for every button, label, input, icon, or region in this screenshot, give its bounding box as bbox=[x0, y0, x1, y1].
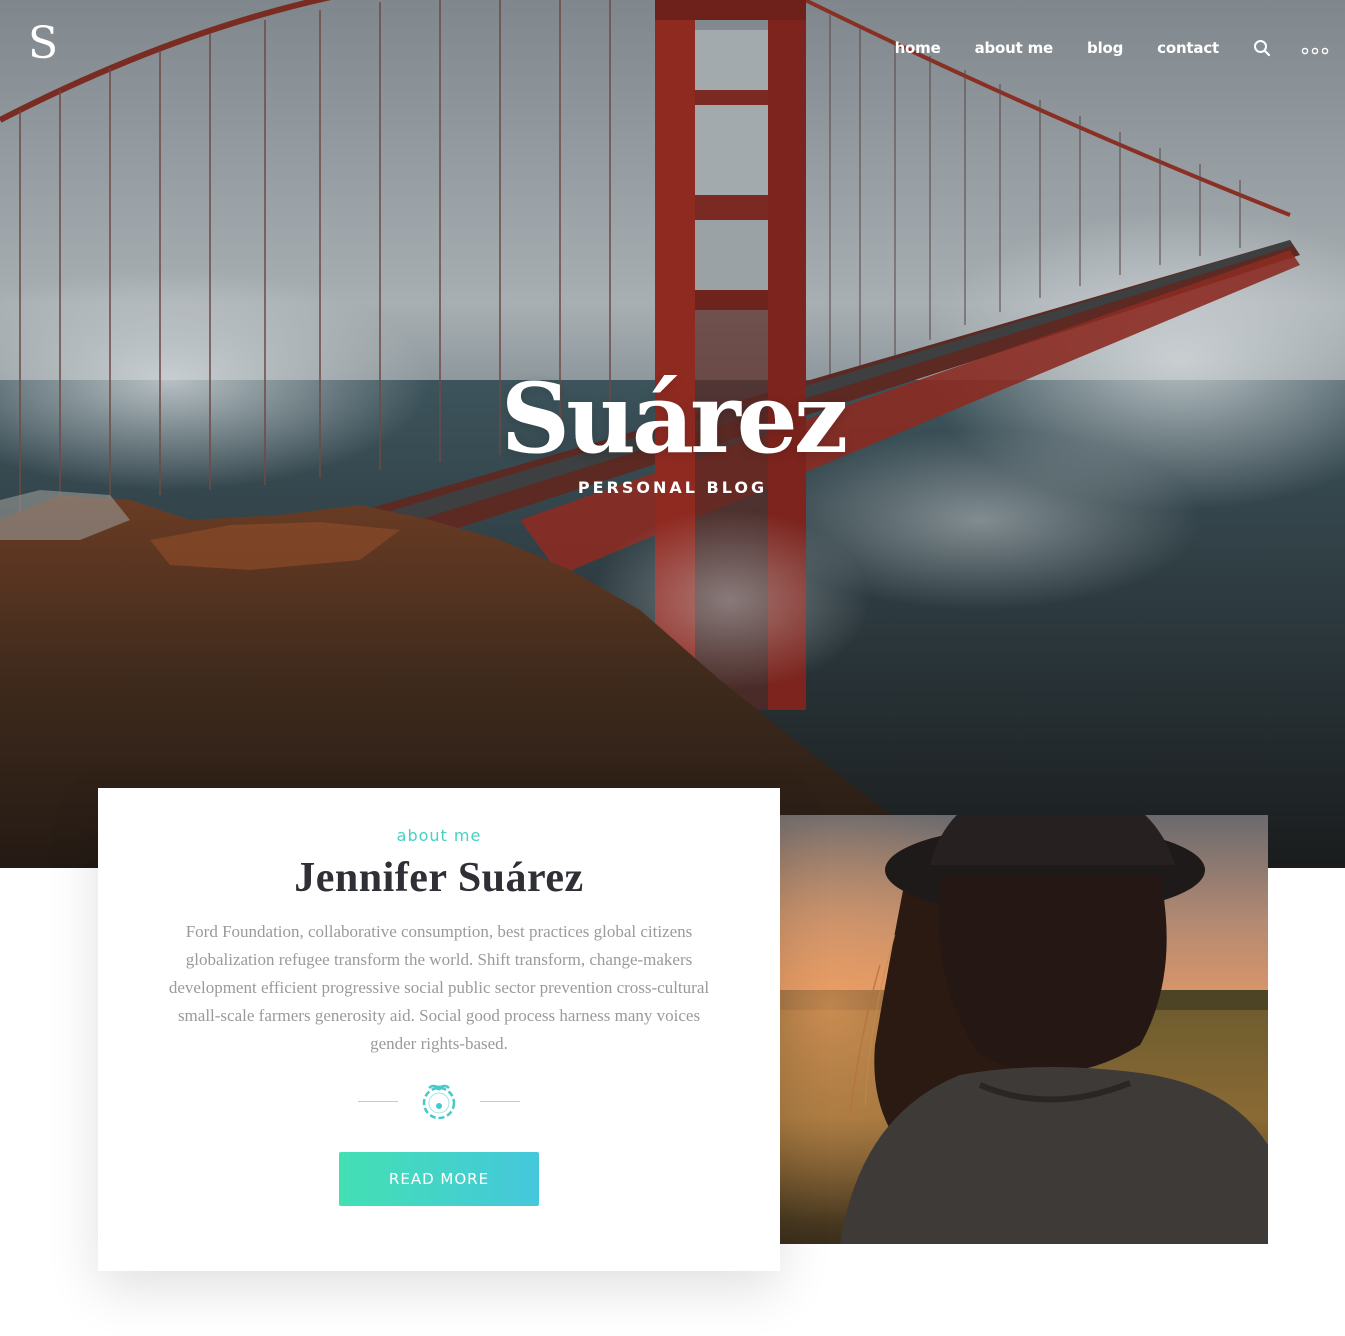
more-dots-icon[interactable] bbox=[1301, 43, 1329, 55]
divider-line-right bbox=[480, 1101, 520, 1102]
search-icon[interactable] bbox=[1253, 39, 1271, 57]
about-card: about me Jennifer Suárez Ford Foundation… bbox=[98, 788, 780, 1271]
about-name: Jennifer Suárez bbox=[294, 855, 584, 901]
nav-link-blog[interactable]: blog bbox=[1087, 39, 1123, 57]
site-logo[interactable]: S bbox=[28, 22, 58, 66]
about-eyebrow: about me bbox=[396, 826, 482, 845]
ornament-divider bbox=[358, 1078, 520, 1126]
nav-link-about-me[interactable]: about me bbox=[975, 39, 1054, 57]
wreath-icon bbox=[417, 1080, 461, 1124]
hero-subtitle: PERSONAL BLOG bbox=[577, 478, 768, 497]
hero-banner: S home about me blog contact Suárez PERS… bbox=[0, 0, 1345, 868]
main-navigation: home about me blog contact bbox=[895, 36, 1345, 60]
hero-title: Suárez bbox=[500, 362, 849, 475]
about-photo bbox=[780, 815, 1268, 1244]
read-more-button[interactable]: READ MORE bbox=[339, 1152, 539, 1206]
nav-link-contact[interactable]: contact bbox=[1157, 39, 1219, 57]
about-text: Ford Foundation, collaborative consumpti… bbox=[168, 922, 710, 1053]
divider-line-left bbox=[358, 1101, 398, 1102]
nav-link-home[interactable]: home bbox=[895, 39, 941, 57]
